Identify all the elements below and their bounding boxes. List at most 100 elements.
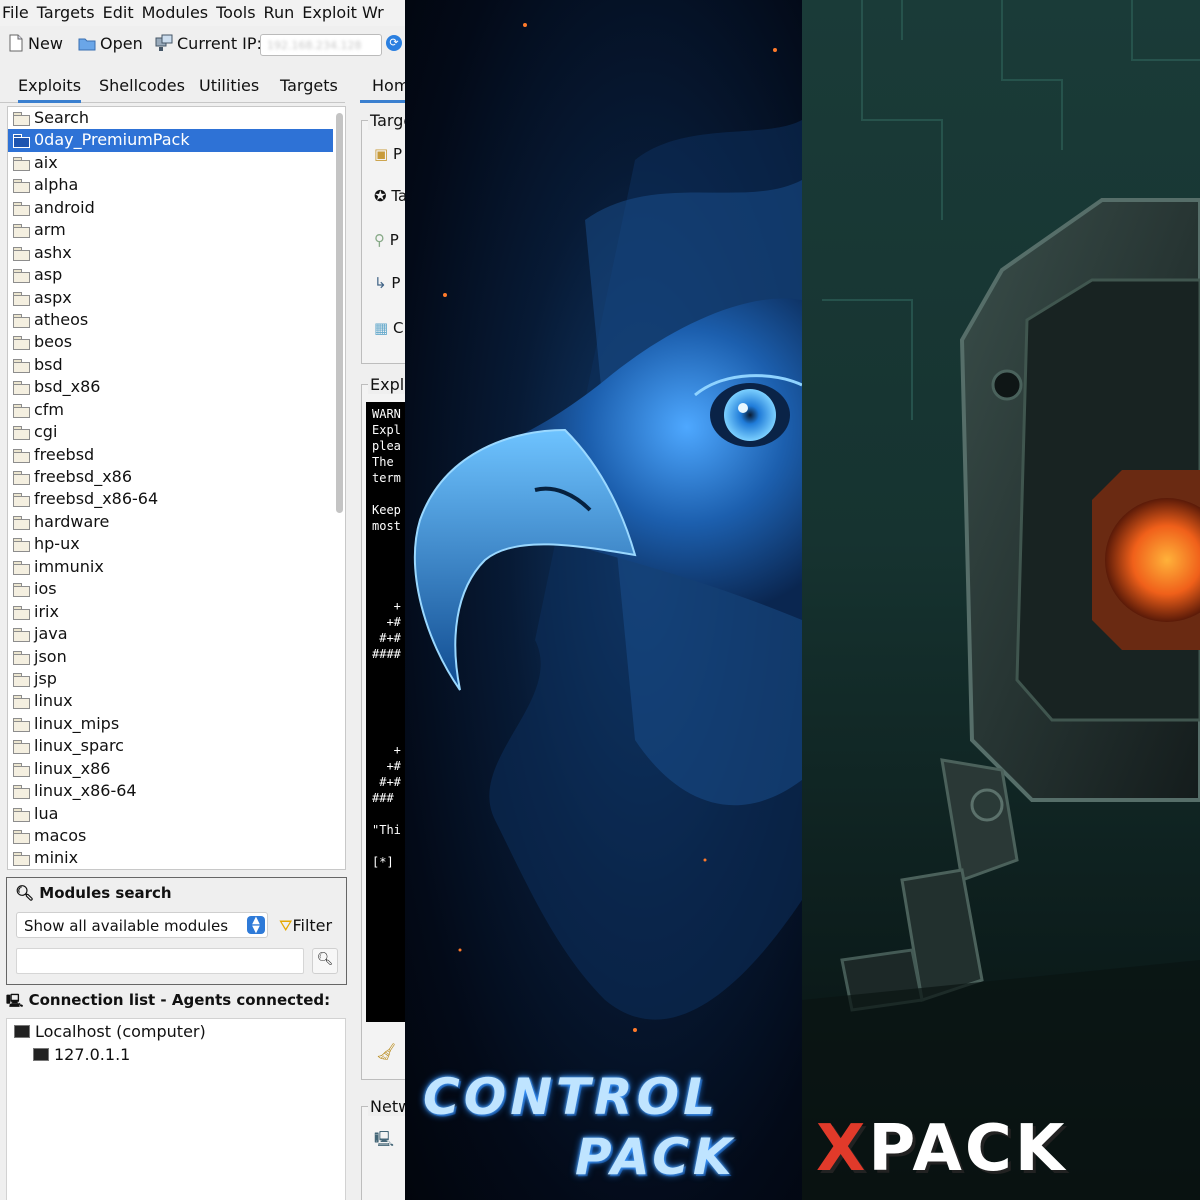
search-button[interactable]: 🔍︎: [312, 948, 338, 974]
tree-item-android[interactable]: android: [8, 197, 345, 219]
menu-item-run[interactable]: Run: [262, 0, 301, 24]
tree-item-bsd-x86[interactable]: bsd_x86: [8, 376, 345, 398]
module-tabs: Exploits Shellcodes Utilities Targets: [0, 70, 345, 103]
modules-search-input[interactable]: [16, 948, 304, 974]
tree-item-label: atheos: [34, 309, 89, 329]
tree-item-label: aix: [34, 152, 58, 172]
tree-item-hardware[interactable]: hardware: [8, 511, 345, 533]
terminal-line: #+#: [372, 775, 401, 789]
network-group-title: Netw: [368, 1097, 405, 1116]
tree-item-alpha[interactable]: alpha: [8, 174, 345, 196]
tree-item-linux-x86-64[interactable]: linux_x86-64: [8, 780, 345, 802]
filter-button[interactable]: ⛛Filter: [279, 916, 332, 936]
tree-item-label: asp: [34, 265, 63, 285]
grid-icon: ▦: [374, 319, 389, 337]
robot-illustration: [802, 0, 1200, 1200]
document-icon: ▣: [374, 145, 389, 163]
localhost-label: Localhost (computer): [35, 1022, 206, 1041]
tab-targets[interactable]: Targets: [280, 76, 338, 96]
menu-item-edit[interactable]: Edit: [101, 0, 140, 24]
terminal-line: term: [372, 471, 401, 485]
ip-refresh-icon[interactable]: ⟳: [386, 35, 402, 51]
menu-item-tools[interactable]: Tools: [214, 0, 261, 24]
monitor-icon: 🖳: [374, 1130, 395, 1148]
tab-home[interactable]: Hom: [359, 76, 405, 103]
tree-item-aspx[interactable]: aspx: [8, 287, 345, 309]
tree-item-label: aspx: [34, 287, 72, 307]
filter-label: Filter: [292, 916, 333, 935]
tab-utilities[interactable]: Utilities: [199, 76, 259, 96]
exploit-terminal[interactable]: WARN Expl plea The term Keep most + +# #+# ####…: [366, 402, 405, 1022]
tree-item-irix[interactable]: irix: [8, 601, 345, 623]
terminal-line: The: [372, 455, 394, 469]
tree-item-ios[interactable]: ios: [8, 578, 345, 600]
tree-item-label: 0day_PremiumPack: [34, 130, 190, 150]
tree-item-cfm[interactable]: cfm: [8, 399, 345, 421]
ip-label-text: Current IP:: [177, 34, 262, 53]
select-value: Show all available modules: [24, 917, 229, 935]
tree-item-linux[interactable]: linux: [8, 690, 345, 712]
tree-item-arm[interactable]: arm: [8, 219, 345, 241]
tree-item-hp-ux[interactable]: hp-ux: [8, 533, 345, 555]
eagle-illustration: [413, 23, 802, 1032]
tree-item-beos[interactable]: beos: [8, 331, 345, 353]
menu-bar: File Targets Edit Modules Tools Run Exploit Wr: [0, 0, 405, 26]
tab-shellcodes[interactable]: Shellcodes: [99, 76, 185, 96]
plug-icon: ⚲: [374, 231, 385, 249]
tree-item-freebsd-x86-64[interactable]: freebsd_x86-64: [8, 488, 345, 510]
tree-item-freebsd-x86[interactable]: freebsd_x86: [8, 466, 345, 488]
folder-icon: [13, 403, 30, 418]
menu-item-modules[interactable]: Modules: [140, 0, 215, 24]
broom-icon[interactable]: 🧹︎: [376, 1042, 396, 1061]
tab-exploits[interactable]: Exploits: [18, 76, 82, 103]
control-pack-title-line1: CONTROL: [423, 1068, 720, 1126]
tree-item-0day-premiumpack[interactable]: 0day_PremiumPack: [8, 129, 333, 152]
tree-item-label: bsd_x86: [34, 377, 101, 397]
tree-item-freebsd[interactable]: freebsd: [8, 444, 345, 466]
tree-item-linux-mips[interactable]: linux_mips: [8, 713, 345, 735]
control-pack-artwork: CONTROL PACK: [405, 0, 802, 1200]
terminal-line: [*]: [372, 855, 394, 869]
tree-item-java[interactable]: java: [8, 623, 345, 645]
tree-item-linux-sparc[interactable]: linux_sparc: [8, 735, 345, 757]
tree-item-bsd[interactable]: bsd: [8, 354, 345, 376]
terminal-icon: [14, 1025, 30, 1038]
tree-item-atheos[interactable]: atheos: [8, 309, 345, 331]
target-item-1[interactable]: ▣ P: [374, 145, 402, 163]
tree-item-asp[interactable]: asp: [8, 264, 345, 286]
current-ip-field[interactable]: 192.168.234.128: [260, 34, 382, 56]
tree-item-search[interactable]: Search: [8, 107, 345, 129]
target-item-5[interactable]: ▦ C: [374, 319, 403, 337]
targets-group-title: Targe: [368, 111, 405, 130]
tree-item-label: freebsd_x86: [34, 467, 133, 486]
modules-filter-select[interactable]: Show all available modules ▲ ▼: [16, 912, 268, 938]
folder-icon: [13, 605, 30, 620]
open-button[interactable]: Open: [78, 32, 143, 56]
new-button[interactable]: New: [8, 32, 63, 56]
tree-item-macos[interactable]: macos: [8, 825, 345, 847]
tree-item-label: android: [34, 197, 95, 217]
tree-item-cgi[interactable]: cgi: [8, 421, 345, 443]
tree-item-jsp[interactable]: jsp: [8, 668, 345, 690]
tree-item-linux-x86[interactable]: linux_x86: [8, 758, 345, 780]
tree-item-ashx[interactable]: ashx: [8, 242, 345, 264]
menu-item-exploit-wr[interactable]: Exploit Wr: [300, 0, 389, 24]
menu-item-file[interactable]: File: [0, 0, 35, 24]
select-spinner-icon: ▲ ▼: [247, 916, 265, 935]
tree-item-lua[interactable]: lua: [8, 803, 345, 825]
localhost-node[interactable]: Localhost (computer): [14, 1022, 206, 1041]
tree-item-minix[interactable]: minix: [8, 847, 345, 869]
folder-icon: [13, 313, 30, 328]
tree-item-json[interactable]: json: [8, 646, 345, 668]
tree-item-immunix[interactable]: immunix: [8, 556, 345, 578]
tree-scrollbar[interactable]: [336, 113, 343, 513]
menu-item-targets[interactable]: Targets: [35, 0, 101, 24]
target-item-3[interactable]: ⚲ P: [374, 231, 399, 249]
agent-node[interactable]: 127.0.1.1: [33, 1045, 130, 1064]
tree-item-aix[interactable]: aix: [8, 152, 345, 174]
target-item-2[interactable]: ✪ Ta: [374, 187, 405, 205]
target-item-4[interactable]: ↳ P: [374, 274, 400, 292]
tree-item-label: linux_mips: [34, 713, 120, 733]
terminal-line: most: [372, 519, 401, 533]
network-item[interactable]: 🖳: [374, 1129, 394, 1154]
